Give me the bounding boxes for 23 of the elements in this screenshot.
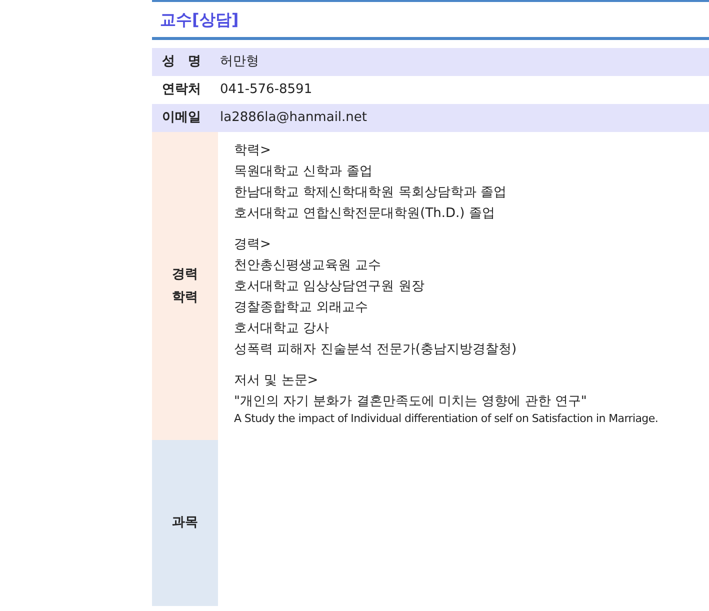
cell-label: 과목: [172, 514, 198, 532]
field-label: 성 명: [162, 54, 201, 70]
list-item: 천안총신평생교육원 교수: [234, 258, 382, 273]
list-item: 목원대학교 신학과 졸업: [234, 164, 372, 179]
list-item: 경찰종합학교 외래교수: [234, 300, 368, 315]
cell-label: 학력: [172, 289, 198, 307]
field-label: 연락처: [162, 82, 201, 98]
list-item: 호서대학교 강사: [234, 321, 330, 336]
field-value: la2886la@hanmail.net: [220, 110, 368, 126]
list-item: "개인의 자기 분화가 결혼만족도에 미치는 영향에 관한 연구": [234, 394, 587, 409]
list-item: 성폭력 피해자 진술분석 전문가(충남지방경찰청): [234, 342, 517, 357]
list-item: 호서대학교 연합신학전문대학원(Th.D.) 졸업: [234, 206, 495, 221]
section-heading: 저서 및 논문>: [234, 372, 320, 390]
list-item: 호서대학교 임상상담연구원 원장: [234, 279, 424, 294]
cell-label: 경력: [172, 266, 198, 284]
section-heading: 경력>: [234, 236, 272, 254]
english-title: A Study the impact of Individual differentiation of self on Satisfaction in Marriage.: [234, 412, 658, 425]
field-label: 이메일: [162, 110, 201, 126]
section-heading: 학력>: [234, 142, 272, 160]
list-item: 한남대학교 학제신학대학원 목회상담학과 졸업: [234, 185, 506, 200]
field-value: 허만형: [220, 54, 259, 70]
page-title: 교수[상담]: [152, 2, 709, 40]
field-value: 041-576-8591: [220, 82, 312, 98]
